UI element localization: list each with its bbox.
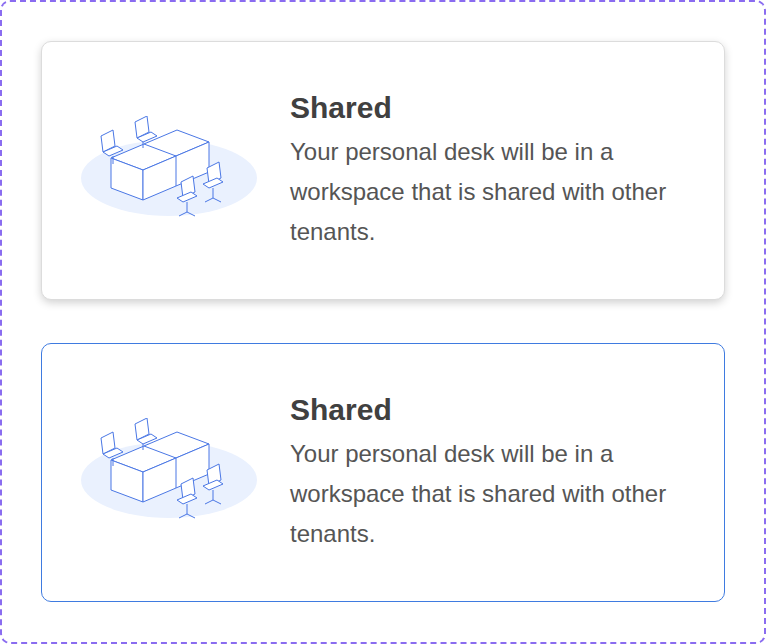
card-description: Your personal desk will be in a workspac… bbox=[290, 132, 670, 252]
option-card[interactable]: Shared Your personal desk will be in a wo… bbox=[41, 41, 725, 300]
shared-desk-icon bbox=[81, 418, 257, 528]
card-title: Shared bbox=[290, 90, 670, 126]
card-title: Shared bbox=[290, 392, 670, 428]
card-text: Shared Your personal desk will be in a wo… bbox=[290, 392, 670, 554]
page: Shared Your personal desk will be in a wo… bbox=[0, 0, 766, 644]
card-description: Your personal desk will be in a workspac… bbox=[290, 434, 670, 554]
shared-desk-icon bbox=[81, 116, 257, 226]
card-text: Shared Your personal desk will be in a wo… bbox=[290, 90, 670, 252]
card-group: Shared Your personal desk will be in a wo… bbox=[0, 0, 766, 644]
option-card[interactable]: Shared Your personal desk will be in a wo… bbox=[41, 343, 725, 602]
